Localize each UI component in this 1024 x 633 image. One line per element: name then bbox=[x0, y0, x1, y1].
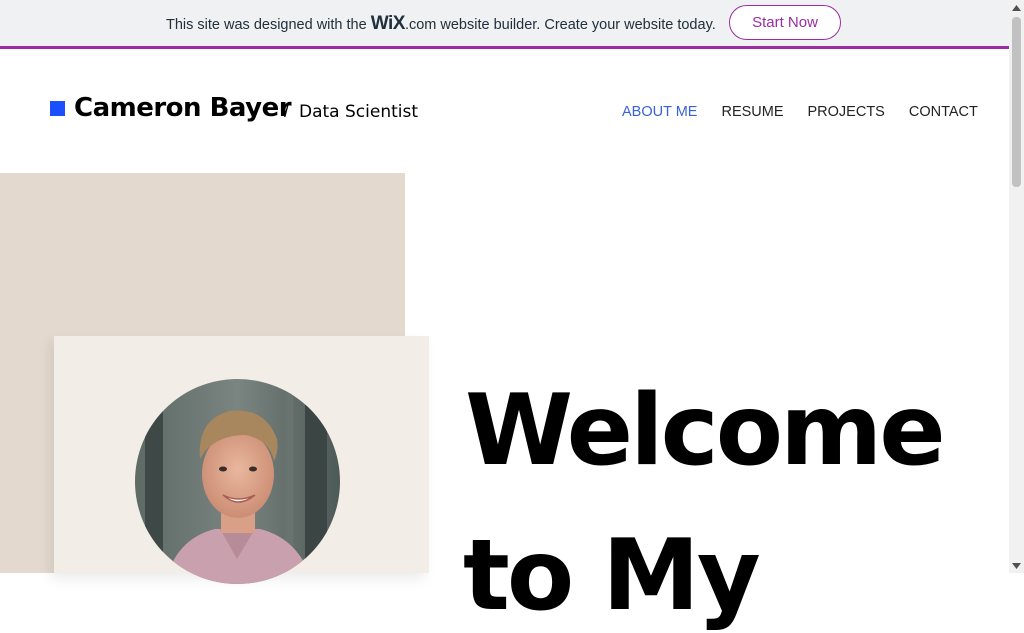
nav-item-resume[interactable]: RESUME bbox=[721, 104, 783, 120]
wix-text-before: This site was designed with the bbox=[166, 17, 371, 33]
main-nav: ABOUT ME RESUME PROJECTS CONTACT bbox=[622, 104, 978, 120]
wix-text-after: website builder. Create your website tod… bbox=[436, 17, 716, 33]
scroll-up-arrow-icon[interactable] bbox=[1009, 0, 1024, 15]
nav-item-projects[interactable]: PROJECTS bbox=[808, 104, 885, 120]
nav-item-about-me[interactable]: ABOUT ME bbox=[622, 104, 697, 120]
site-subtitle: Data Scientist bbox=[299, 102, 418, 122]
hero-heading-line-2: to My bbox=[463, 519, 761, 633]
title-separator: / bbox=[284, 101, 290, 121]
wix-logo-suffix: .com bbox=[404, 17, 437, 33]
wix-logo[interactable]: WiX bbox=[371, 13, 406, 34]
nav-item-contact[interactable]: CONTACT bbox=[909, 104, 978, 120]
profile-photo-image bbox=[135, 379, 340, 584]
profile-photo bbox=[135, 379, 340, 584]
brand-square-icon bbox=[50, 101, 65, 116]
site-title[interactable]: Cameron Bayer bbox=[74, 93, 292, 123]
scroll-thumb[interactable] bbox=[1012, 17, 1021, 187]
scroll-down-arrow-icon[interactable] bbox=[1009, 558, 1024, 573]
page-scrollbar[interactable] bbox=[1009, 0, 1024, 573]
wix-banner-text: This site was designed with the WiX.com … bbox=[166, 13, 716, 35]
wix-banner: This site was designed with the WiX.com … bbox=[0, 0, 1009, 49]
hero-heading-line-1: Welcome bbox=[465, 374, 946, 488]
start-now-button[interactable]: Start Now bbox=[729, 5, 841, 40]
